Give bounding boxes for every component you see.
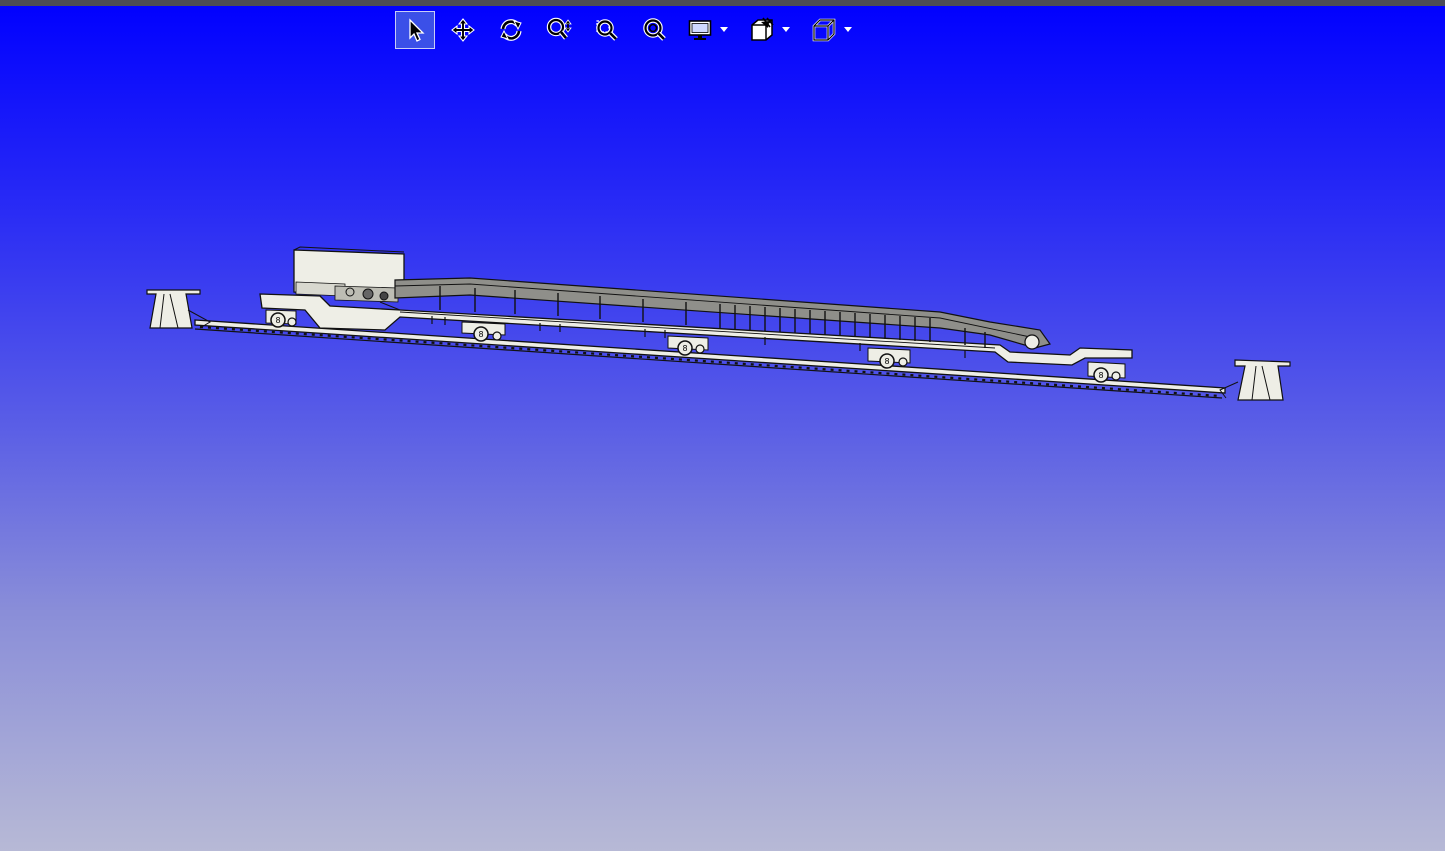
display-mode-group (683, 11, 731, 49)
move-arrows-icon (451, 18, 475, 42)
pan-tool-button[interactable] (443, 11, 483, 49)
view-toolbar (395, 10, 869, 50)
rotate-tool-button[interactable] (491, 11, 531, 49)
window-top-edge (0, 0, 1445, 6)
zoom-updown-icon (546, 17, 572, 40)
zoom-fit-icon (643, 18, 666, 41)
caret-down-icon (844, 27, 852, 32)
caret-down-icon (782, 27, 790, 32)
view-orientation-group (807, 11, 855, 49)
wheel-label: 8 (1098, 371, 1103, 380)
display-mode-button[interactable] (683, 11, 717, 49)
wheel-label: 8 (682, 344, 687, 353)
view-orientation-button[interactable] (807, 11, 841, 49)
zoom-dynamic-button[interactable] (539, 11, 579, 49)
section-view-button[interactable] (745, 11, 779, 49)
select-tool-button[interactable] (395, 11, 435, 49)
wheel-label: 8 (884, 357, 889, 366)
drive-house (293, 246, 405, 303)
section-view-group (745, 11, 793, 49)
view-orientation-dropdown[interactable] (841, 11, 855, 49)
caret-down-icon (720, 27, 728, 32)
wheel-label: 8 (275, 316, 280, 325)
wireframe-cube-icon (812, 18, 836, 42)
wheel-label: 8 (478, 330, 483, 339)
3d-viewport[interactable] (0, 50, 1445, 851)
clipping-box-icon (751, 17, 774, 41)
conveyor-model-3d: 8 8 8 8 8 (146, 246, 1291, 401)
end-stop-right (1219, 359, 1291, 401)
display-mode-dropdown[interactable] (717, 11, 731, 49)
zoom-window-button[interactable] (587, 11, 627, 49)
zoom-window-icon (596, 19, 618, 41)
section-view-dropdown[interactable] (779, 11, 793, 49)
zoom-fit-button[interactable] (635, 11, 675, 49)
monitor-icon (688, 20, 712, 40)
cursor-arrow-icon (409, 18, 425, 42)
rotate-icon (500, 19, 522, 41)
